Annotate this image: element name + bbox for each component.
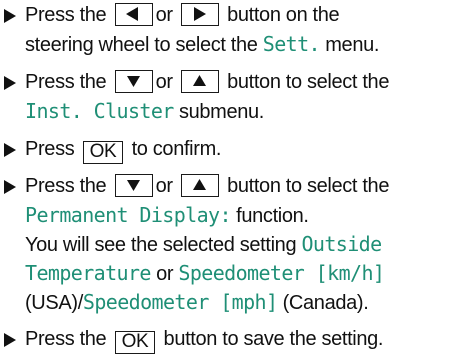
down-arrow-key-icon — [114, 174, 153, 197]
step-text: to confirm. — [131, 138, 222, 160]
step-text: steering wheel to select the — [25, 34, 258, 56]
step-text: or — [155, 175, 173, 197]
step-4-line-2: Permanent Display: function. — [25, 200, 309, 230]
step-text: or — [155, 4, 173, 26]
display-function-name: Permanent Display: — [25, 203, 232, 227]
step-text: Press the — [25, 328, 107, 350]
step-2-line-1: Press the or button to select the — [25, 67, 389, 97]
display-option-speedometer-mph: Speedometer [mph] — [82, 290, 278, 314]
step-4-line-1: Press the or button to select the — [25, 171, 389, 201]
ok-key-icon: OK — [82, 141, 124, 164]
down-arrow-key-icon — [114, 70, 153, 93]
step-text: or — [156, 263, 174, 285]
step-text: Press the — [25, 71, 107, 93]
bullet-arrow-icon — [4, 9, 16, 23]
step-1-line-2: steering wheel to select the Sett. menu. — [25, 29, 379, 59]
step-text: You will see the selected setting — [25, 234, 297, 256]
left-arrow-key-icon — [114, 3, 153, 26]
up-arrow-key-icon — [180, 174, 219, 197]
step-5-line-1: Press the OK button to save the setting. — [25, 324, 383, 354]
step-1-line-1: Press the or button on the — [25, 0, 340, 30]
step-4-line-3: You will see the selected setting Outsid… — [25, 229, 382, 259]
display-option-temperature: Temperature — [25, 261, 151, 285]
step-text: (USA)/ — [25, 292, 83, 314]
bullet-arrow-icon — [4, 76, 16, 90]
step-text: button to select the — [227, 175, 390, 197]
step-text: submenu. — [178, 101, 264, 123]
step-text: Press — [25, 138, 75, 160]
step-text: Press the — [25, 4, 107, 26]
ok-key-icon: OK — [114, 331, 156, 354]
step-4-line-4: Temperature or Speedometer [km/h] — [25, 258, 385, 288]
bullet-arrow-icon — [4, 180, 16, 194]
right-arrow-key-icon — [180, 3, 219, 26]
display-option-outside: Outside — [301, 232, 382, 256]
step-text: button to save the setting. — [163, 328, 384, 350]
display-menu-name: Sett. — [262, 32, 321, 56]
step-3-line-1: Press OK to confirm. — [25, 134, 221, 164]
instruction-list: Press the or button on the steering whee… — [0, 0, 462, 357]
step-4-line-5: (USA)/Speedometer [mph] (Canada). — [25, 287, 369, 317]
step-text: button on the — [227, 4, 340, 26]
step-text: menu. — [325, 34, 380, 56]
display-option-speedometer-kmh: Speedometer [km/h] — [178, 261, 385, 285]
bullet-arrow-icon — [4, 143, 16, 157]
bullet-arrow-icon — [4, 333, 16, 347]
up-arrow-key-icon — [180, 70, 219, 93]
step-text: button to select the — [227, 71, 390, 93]
step-text: (Canada). — [282, 292, 369, 314]
step-text: or — [155, 71, 173, 93]
step-text: Press the — [25, 175, 107, 197]
step-2-line-2: Inst. Cluster submenu. — [25, 96, 264, 126]
display-submenu-name: Inst. Cluster — [25, 99, 174, 123]
step-text: function. — [236, 205, 309, 227]
